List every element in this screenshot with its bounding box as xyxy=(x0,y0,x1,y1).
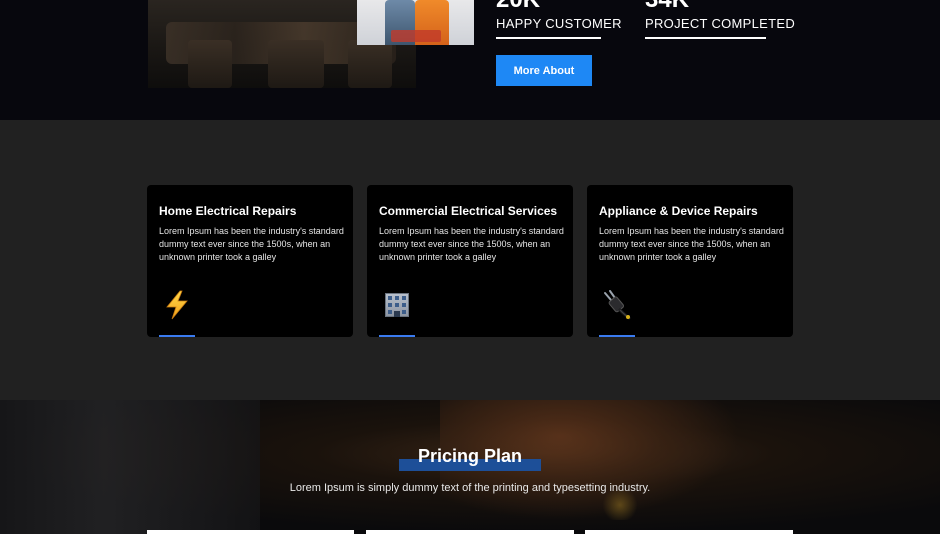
pricing-subtitle: Lorem Ipsum is simply dummy text of the … xyxy=(289,482,651,494)
stat-number: 20K xyxy=(496,0,540,14)
stat-number: 34K xyxy=(645,0,689,14)
pricing-title: Pricing Plan xyxy=(417,446,523,466)
service-card-description: Lorem Ipsum has been the industry's stan… xyxy=(159,226,344,262)
stat-label: PROJECT COMPLETED xyxy=(645,16,796,31)
service-card-commercial-electrical[interactable]: Commercial Electrical Services Lorem Ips… xyxy=(367,185,573,337)
workers-photo xyxy=(357,0,474,45)
pricing-plan-card[interactable] xyxy=(366,530,574,534)
pricing-plan-card[interactable] xyxy=(147,530,354,534)
service-card-description: Lorem Ipsum has been the industry's stan… xyxy=(599,226,784,262)
service-card-home-electrical[interactable]: Home Electrical Repairs Lorem Ipsum has … xyxy=(147,185,353,337)
service-card-title: Home Electrical Repairs xyxy=(159,204,297,218)
service-card-title: Appliance & Device Repairs xyxy=(599,204,758,218)
background-photo xyxy=(0,400,260,534)
more-about-button[interactable]: More About xyxy=(496,55,592,86)
card-accent-line xyxy=(159,335,195,337)
card-accent-line xyxy=(599,335,635,337)
stat-label: HAPPY CUSTOMER xyxy=(496,16,622,31)
pricing-plan-card[interactable] xyxy=(585,530,793,534)
services-section: Home Electrical Repairs Lorem Ipsum has … xyxy=(0,120,940,400)
lightning-icon xyxy=(161,289,193,321)
pricing-section: Pricing Plan Lorem Ipsum is simply dummy… xyxy=(0,400,940,534)
about-section: 20K HAPPY CUSTOMER 34K PROJECT COMPLETED… xyxy=(0,0,940,120)
building-icon xyxy=(381,289,413,321)
plug-icon xyxy=(601,289,633,321)
stat-divider xyxy=(645,37,766,39)
service-card-title: Commercial Electrical Services xyxy=(379,204,558,218)
service-card-description: Lorem Ipsum has been the industry's stan… xyxy=(379,226,564,262)
service-card-appliance-repairs[interactable]: Appliance & Device Repairs Lorem Ipsum h… xyxy=(587,185,793,337)
card-accent-line xyxy=(379,335,415,337)
stat-divider xyxy=(496,37,601,39)
